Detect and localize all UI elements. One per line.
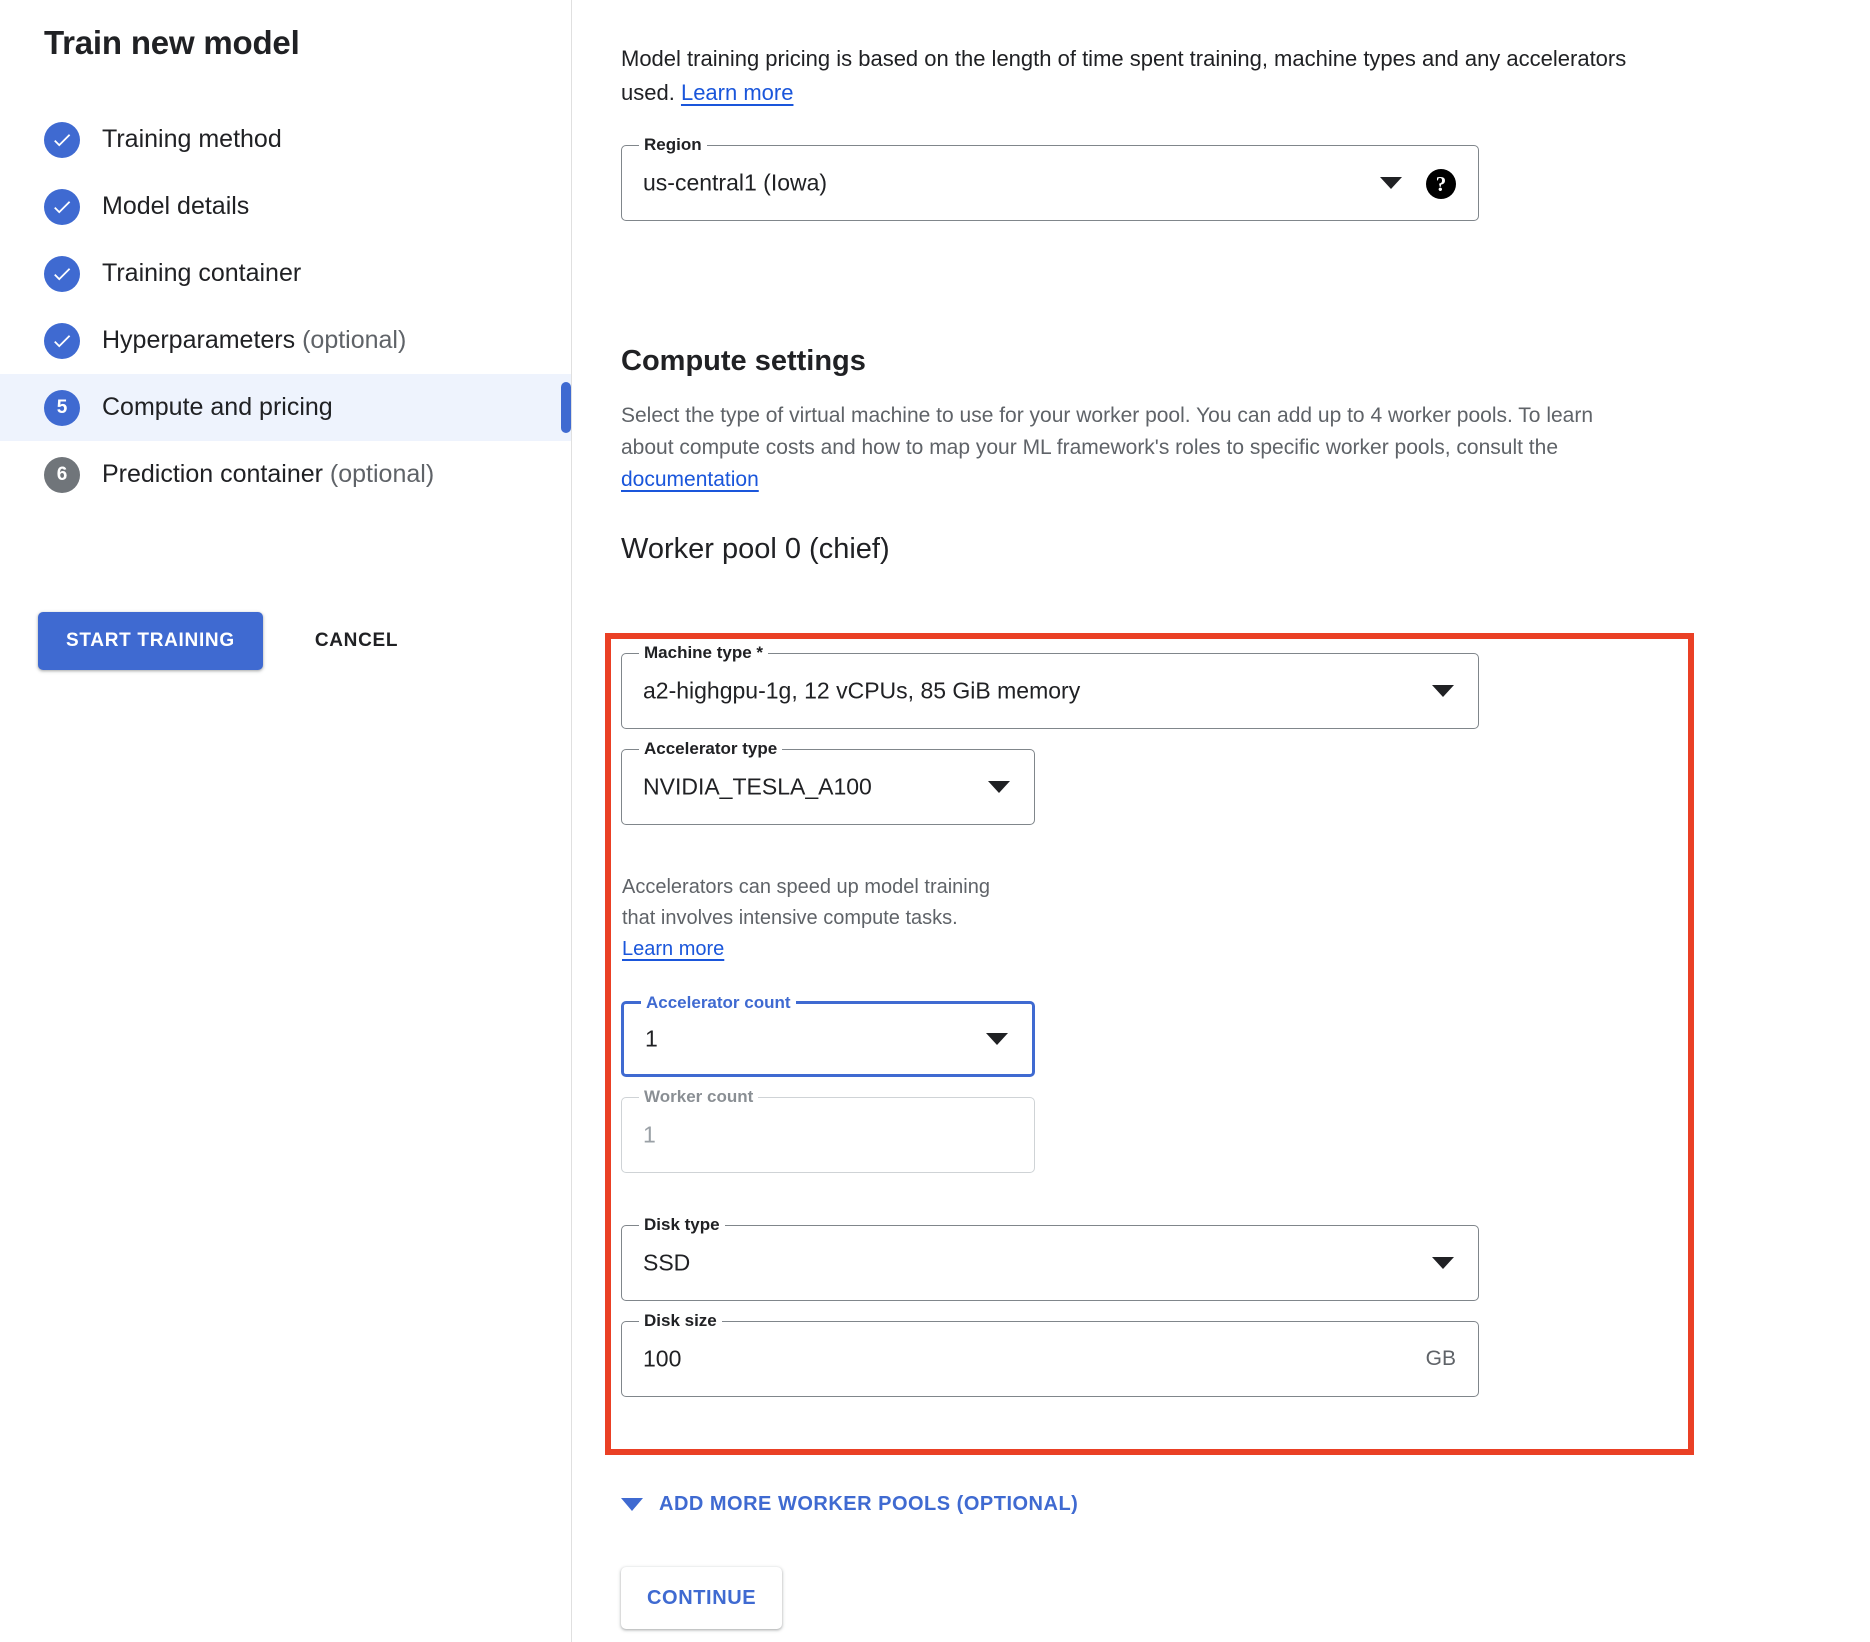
add-more-worker-pools-label: ADD MORE WORKER POOLS (OPTIONAL) <box>659 1493 1078 1516</box>
sidebar-item-label: Model details <box>102 192 249 221</box>
worker-count-input: Worker count 1 <box>621 1097 1035 1173</box>
disk-size-input[interactable]: Disk size 100 GB <box>621 1321 1479 1397</box>
sidebar-item-label: Compute and pricing <box>102 393 333 422</box>
active-step-indicator <box>561 382 571 433</box>
documentation-link[interactable]: documentation <box>621 468 759 491</box>
compute-settings-description: Select the type of virtual machine to us… <box>621 400 1621 496</box>
accelerator-type-select[interactable]: Accelerator type NVIDIA_TESLA_A100 <box>621 749 1035 825</box>
pricing-learn-more-link[interactable]: Learn more <box>681 80 794 105</box>
wizard-sidebar: Train new model Training method Model de… <box>0 0 572 1642</box>
chevron-down-icon[interactable] <box>1432 685 1454 697</box>
pricing-intro-text: Model training pricing is based on the l… <box>621 42 1631 110</box>
page-title: Train new model <box>44 24 300 62</box>
sidebar-item-label: Training container <box>102 259 301 288</box>
sidebar-item-label: Training method <box>102 125 282 154</box>
main-content: Model training pricing is based on the l… <box>573 0 1870 1642</box>
accelerator-type-value: NVIDIA_TESLA_A100 <box>643 774 872 801</box>
accelerator-count-select[interactable]: Accelerator count 1 <box>621 1001 1035 1077</box>
region-select[interactable]: Region us-central1 (Iowa) ? <box>621 145 1479 221</box>
step-complete-check-icon <box>44 256 80 292</box>
sidebar-item-hyperparameters[interactable]: Hyperparameters (optional) <box>0 307 571 374</box>
worker-count-label: Worker count <box>639 1087 758 1107</box>
sidebar-item-optional: (optional) <box>323 460 434 488</box>
compute-settings-description-text: Select the type of virtual machine to us… <box>621 404 1593 459</box>
help-icon[interactable]: ? <box>1426 169 1456 199</box>
sidebar-item-prediction-container[interactable]: 6 Prediction container (optional) <box>0 441 571 508</box>
machine-type-label: Machine type * <box>639 643 768 663</box>
step-complete-check-icon <box>44 122 80 158</box>
disk-size-unit: GB <box>1426 1347 1456 1371</box>
cancel-button[interactable]: CANCEL <box>305 630 408 652</box>
wizard-step-list: Training method Model details Training c… <box>0 106 571 508</box>
chevron-down-icon <box>621 1498 643 1511</box>
continue-button[interactable]: CONTINUE <box>621 1567 782 1629</box>
accelerator-count-label: Accelerator count <box>641 993 796 1013</box>
chevron-down-icon[interactable] <box>1432 1257 1454 1269</box>
machine-type-value: a2-highgpu-1g, 12 vCPUs, 85 GiB memory <box>643 678 1080 705</box>
accelerator-hint-text: Accelerators can speed up model training… <box>622 876 990 929</box>
region-label: Region <box>639 135 707 155</box>
chevron-down-icon[interactable] <box>988 781 1010 793</box>
disk-size-value: 100 <box>643 1346 681 1373</box>
sidebar-item-optional: (optional) <box>295 326 406 354</box>
start-training-button[interactable]: START TRAINING <box>38 612 263 670</box>
accelerator-learn-more-link[interactable]: Learn more <box>622 938 724 960</box>
accelerator-hint: Accelerators can speed up model training… <box>622 872 992 965</box>
sidebar-item-model-details[interactable]: Model details <box>0 173 571 240</box>
step-number-badge: 5 <box>44 390 80 426</box>
machine-type-select[interactable]: Machine type * a2-highgpu-1g, 12 vCPUs, … <box>621 653 1479 729</box>
worker-pool-heading: Worker pool 0 (chief) <box>621 533 890 566</box>
compute-settings-heading: Compute settings <box>621 345 866 378</box>
sidebar-item-label: Hyperparameters (optional) <box>102 326 406 355</box>
disk-size-label: Disk size <box>639 1311 722 1331</box>
worker-count-value: 1 <box>643 1122 656 1149</box>
step-number-badge: 6 <box>44 457 80 493</box>
accelerator-count-value: 1 <box>645 1026 658 1053</box>
chevron-down-icon[interactable] <box>1380 177 1402 189</box>
disk-type-value: SSD <box>643 1250 690 1277</box>
step-complete-check-icon <box>44 189 80 225</box>
sidebar-item-compute-and-pricing[interactable]: 5 Compute and pricing <box>0 374 571 441</box>
accelerator-type-label: Accelerator type <box>639 739 782 759</box>
train-new-model-page: Train new model Training method Model de… <box>0 0 1870 1642</box>
add-more-worker-pools-toggle[interactable]: ADD MORE WORKER POOLS (OPTIONAL) <box>621 1493 1078 1516</box>
sidebar-item-label: Prediction container (optional) <box>102 460 434 489</box>
disk-type-select[interactable]: Disk type SSD <box>621 1225 1479 1301</box>
region-value: us-central1 (Iowa) <box>643 170 827 197</box>
chevron-down-icon[interactable] <box>986 1033 1008 1045</box>
step-complete-check-icon <box>44 323 80 359</box>
sidebar-item-training-method[interactable]: Training method <box>0 106 571 173</box>
sidebar-action-bar: START TRAINING CANCEL <box>38 612 408 670</box>
sidebar-item-training-container[interactable]: Training container <box>0 240 571 307</box>
disk-type-label: Disk type <box>639 1215 725 1235</box>
